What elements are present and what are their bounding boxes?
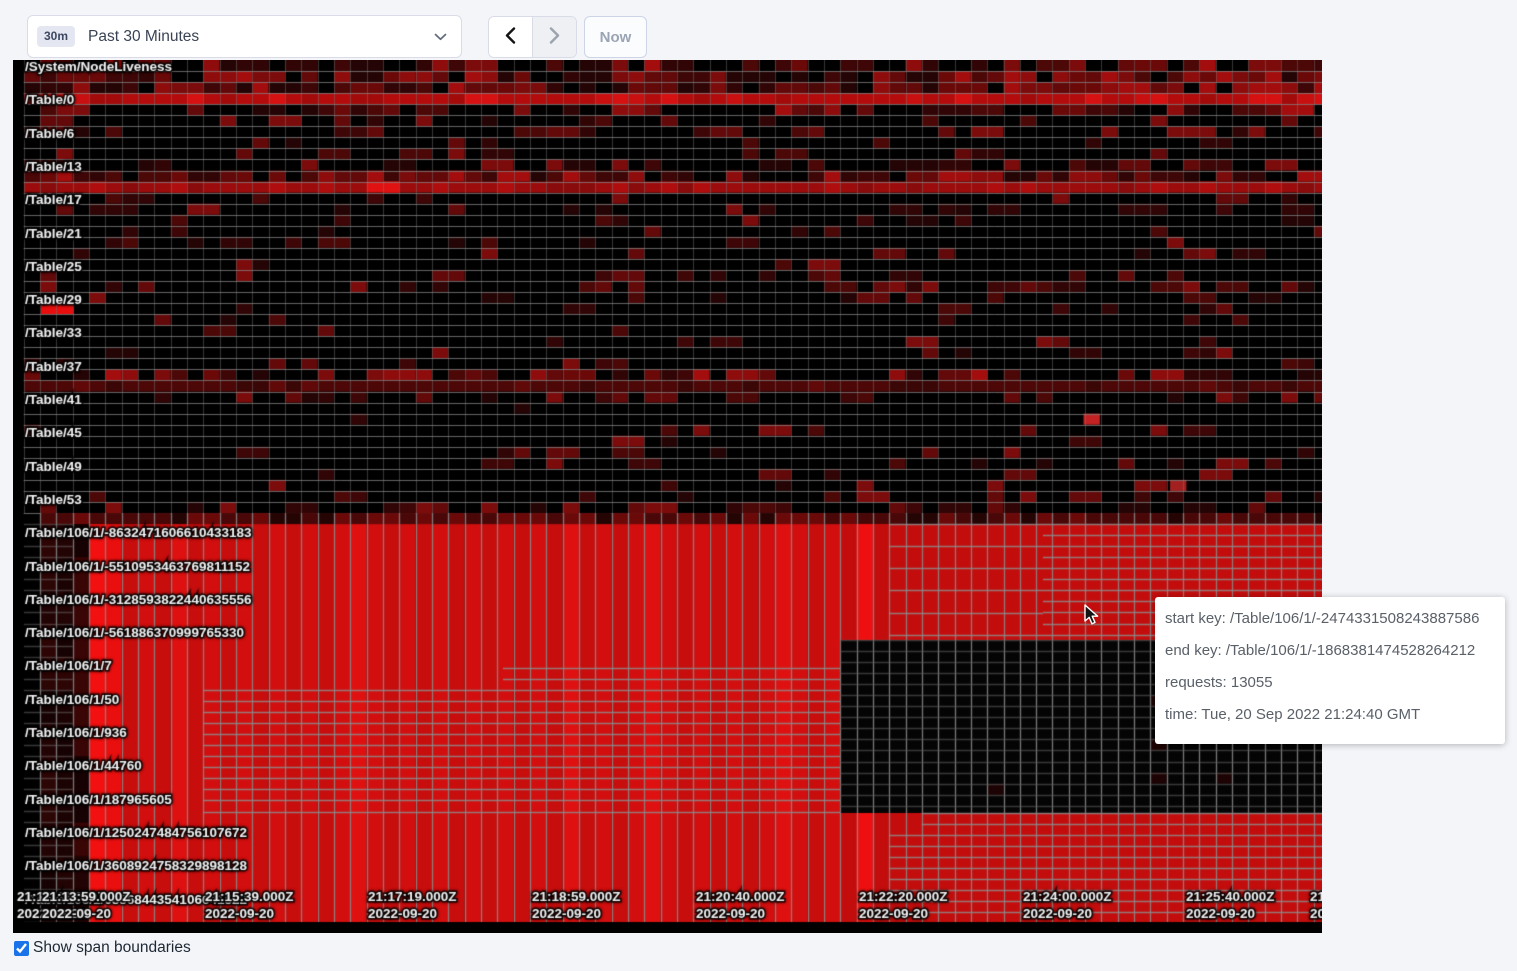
show-span-boundaries-label: Show span boundaries (33, 939, 191, 957)
tooltip-end-key: end key: /Table/106/1/-18683814745282642… (1165, 642, 1495, 659)
tooltip-start-key: start key: /Table/106/1/-247433150824388… (1165, 610, 1495, 627)
chevron-left-icon (505, 27, 516, 47)
chevron-right-icon (549, 27, 560, 47)
range-badge: 30m (37, 26, 75, 47)
now-button[interactable]: Now (584, 16, 647, 58)
cell-tooltip: start key: /Table/106/1/-247433150824388… (1155, 597, 1505, 744)
chevron-down-icon (434, 33, 447, 41)
prev-interval-button[interactable] (489, 17, 532, 57)
range-label: Past 30 Minutes (88, 28, 199, 46)
keyvis-canvas[interactable] (13, 60, 1322, 933)
show-span-boundaries-checkbox[interactable] (14, 941, 29, 956)
time-nav-group (488, 16, 577, 58)
key-visualizer (13, 60, 1322, 933)
tooltip-time: time: Tue, 20 Sep 2022 21:24:40 GMT (1165, 706, 1495, 723)
next-interval-button[interactable] (533, 17, 576, 57)
time-range-select[interactable]: 30m Past 30 Minutes (27, 15, 462, 58)
tooltip-requests: requests: 13055 (1165, 674, 1495, 691)
span-boundaries-row: Show span boundaries (14, 939, 191, 957)
